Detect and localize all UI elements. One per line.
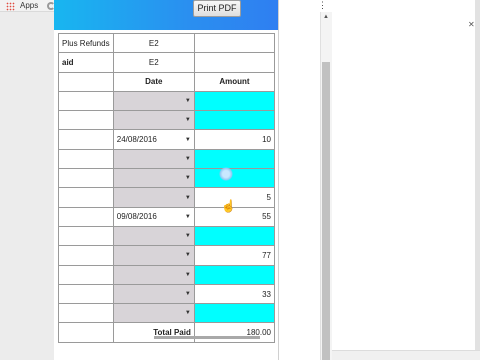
- print-pdf-button[interactable]: Print PDF: [193, 0, 241, 17]
- amount-field[interactable]: [193, 148, 276, 170]
- left-background: [0, 12, 54, 360]
- right-pane: [332, 0, 480, 360]
- right-bottom-bar: [332, 350, 480, 360]
- row-label: [58, 129, 114, 150]
- row-label: [58, 245, 114, 266]
- row-label: [58, 283, 114, 305]
- table-row: ▼ 33: [58, 283, 276, 305]
- date-select[interactable]: ▼: [112, 187, 195, 208]
- amount-field[interactable]: [193, 110, 276, 131]
- amount-field[interactable]: 33: [193, 283, 276, 305]
- dropdown-arrow-icon[interactable]: ▼: [185, 98, 191, 104]
- table-row: ▼: [58, 90, 276, 112]
- amount-field[interactable]: 77: [193, 245, 276, 266]
- date-select[interactable]: ▼: [112, 303, 195, 324]
- dropdown-arrow-icon[interactable]: ▼: [185, 233, 191, 239]
- date-select[interactable]: ▼: [112, 168, 195, 189]
- scroll-up-arrow-icon[interactable]: ▲: [323, 14, 329, 20]
- table-header-row: Date Amount: [58, 71, 276, 92]
- date-select[interactable]: ▼: [112, 264, 195, 285]
- date-select[interactable]: ▼: [112, 148, 195, 170]
- hand-cursor-icon: ☝: [221, 199, 236, 213]
- amount-field[interactable]: [193, 90, 276, 112]
- chrome-menu-icon[interactable]: ⋮: [318, 1, 327, 10]
- date-select[interactable]: ▼: [112, 90, 195, 112]
- amount-field[interactable]: [193, 264, 276, 285]
- date-select[interactable]: ▼: [112, 245, 195, 266]
- table-row: 24/08/2016 ▼ 10: [58, 129, 276, 150]
- summary-label: aid: [58, 52, 114, 73]
- summary-value: [193, 52, 276, 73]
- page-scroll-thumb[interactable]: [322, 62, 330, 360]
- header-date: Date: [112, 71, 195, 92]
- table-row: ▼: [58, 110, 276, 131]
- summary-row: Plus Refunds E2: [58, 32, 276, 54]
- row-label: [58, 264, 114, 285]
- row-label: [58, 168, 114, 189]
- app-frame: Print PDF Plus Refunds E2 aid E2 Date Am…: [54, 0, 326, 360]
- row-label: [58, 187, 114, 208]
- dropdown-arrow-icon[interactable]: ▼: [185, 175, 191, 181]
- apps-bookmark[interactable]: Apps: [20, 0, 38, 11]
- dropdown-arrow-icon[interactable]: ▼: [185, 195, 191, 201]
- date-select[interactable]: ▼: [112, 283, 195, 305]
- date-value: 09/08/2016: [116, 212, 157, 222]
- header-blank: [58, 71, 114, 92]
- amount-field[interactable]: [193, 303, 276, 324]
- dropdown-arrow-icon[interactable]: ▼: [185, 137, 191, 143]
- amount-field[interactable]: [193, 168, 276, 189]
- row-label: [58, 90, 114, 112]
- table-row: 09/08/2016 ▼ 55: [58, 206, 276, 227]
- right-divider: [475, 0, 480, 360]
- row-label: [58, 303, 114, 324]
- table-row: ▼: [58, 303, 276, 324]
- app-header: Print PDF: [54, 0, 278, 30]
- apps-grid-icon[interactable]: [6, 2, 15, 11]
- table-row: ▼: [58, 168, 276, 189]
- horizontal-scrollbar[interactable]: [154, 336, 260, 339]
- dropdown-arrow-icon[interactable]: ▼: [185, 117, 191, 123]
- dropdown-arrow-icon[interactable]: ▼: [185, 252, 191, 258]
- row-label: [58, 110, 114, 131]
- summary-code: E2: [112, 32, 195, 54]
- row-label: [58, 206, 114, 227]
- dropdown-arrow-icon[interactable]: ▼: [185, 214, 191, 220]
- summary-row: aid E2: [58, 52, 276, 73]
- dropdown-arrow-icon[interactable]: ▼: [185, 310, 191, 316]
- table-row: ▼ 77: [58, 245, 276, 266]
- dropdown-arrow-icon[interactable]: ▼: [185, 272, 191, 278]
- click-indicator: [219, 167, 233, 181]
- row-label: [58, 225, 114, 247]
- payments-table: Plus Refunds E2 aid E2 Date Amount ▼ ▼ 24/…: [58, 32, 276, 343]
- date-select[interactable]: ▼: [112, 110, 195, 131]
- close-icon[interactable]: ✕: [468, 20, 475, 29]
- summary-label: Plus Refunds: [58, 32, 114, 54]
- total-blank: [58, 322, 114, 343]
- summary-value: [193, 32, 276, 54]
- summary-code: E2: [112, 52, 195, 73]
- table-row: ▼ 5: [58, 187, 276, 208]
- header-amount: Amount: [193, 71, 276, 92]
- date-select[interactable]: 24/08/2016 ▼: [112, 129, 195, 150]
- date-select[interactable]: 09/08/2016 ▼: [112, 206, 195, 227]
- table-row: ▼: [58, 225, 276, 247]
- total-label: Total Paid: [112, 322, 195, 343]
- date-select[interactable]: ▼: [112, 225, 195, 247]
- total-value: 180.00: [193, 322, 276, 343]
- table-row: ▼: [58, 264, 276, 285]
- row-label: [58, 148, 114, 170]
- date-value: 24/08/2016: [116, 135, 157, 145]
- amount-field[interactable]: [193, 225, 276, 247]
- total-row: Total Paid 180.00: [58, 322, 276, 343]
- table-row: ▼: [58, 148, 276, 170]
- amount-field[interactable]: 10: [193, 129, 276, 150]
- dropdown-arrow-icon[interactable]: ▼: [185, 156, 191, 162]
- dropdown-arrow-icon[interactable]: ▼: [185, 291, 191, 297]
